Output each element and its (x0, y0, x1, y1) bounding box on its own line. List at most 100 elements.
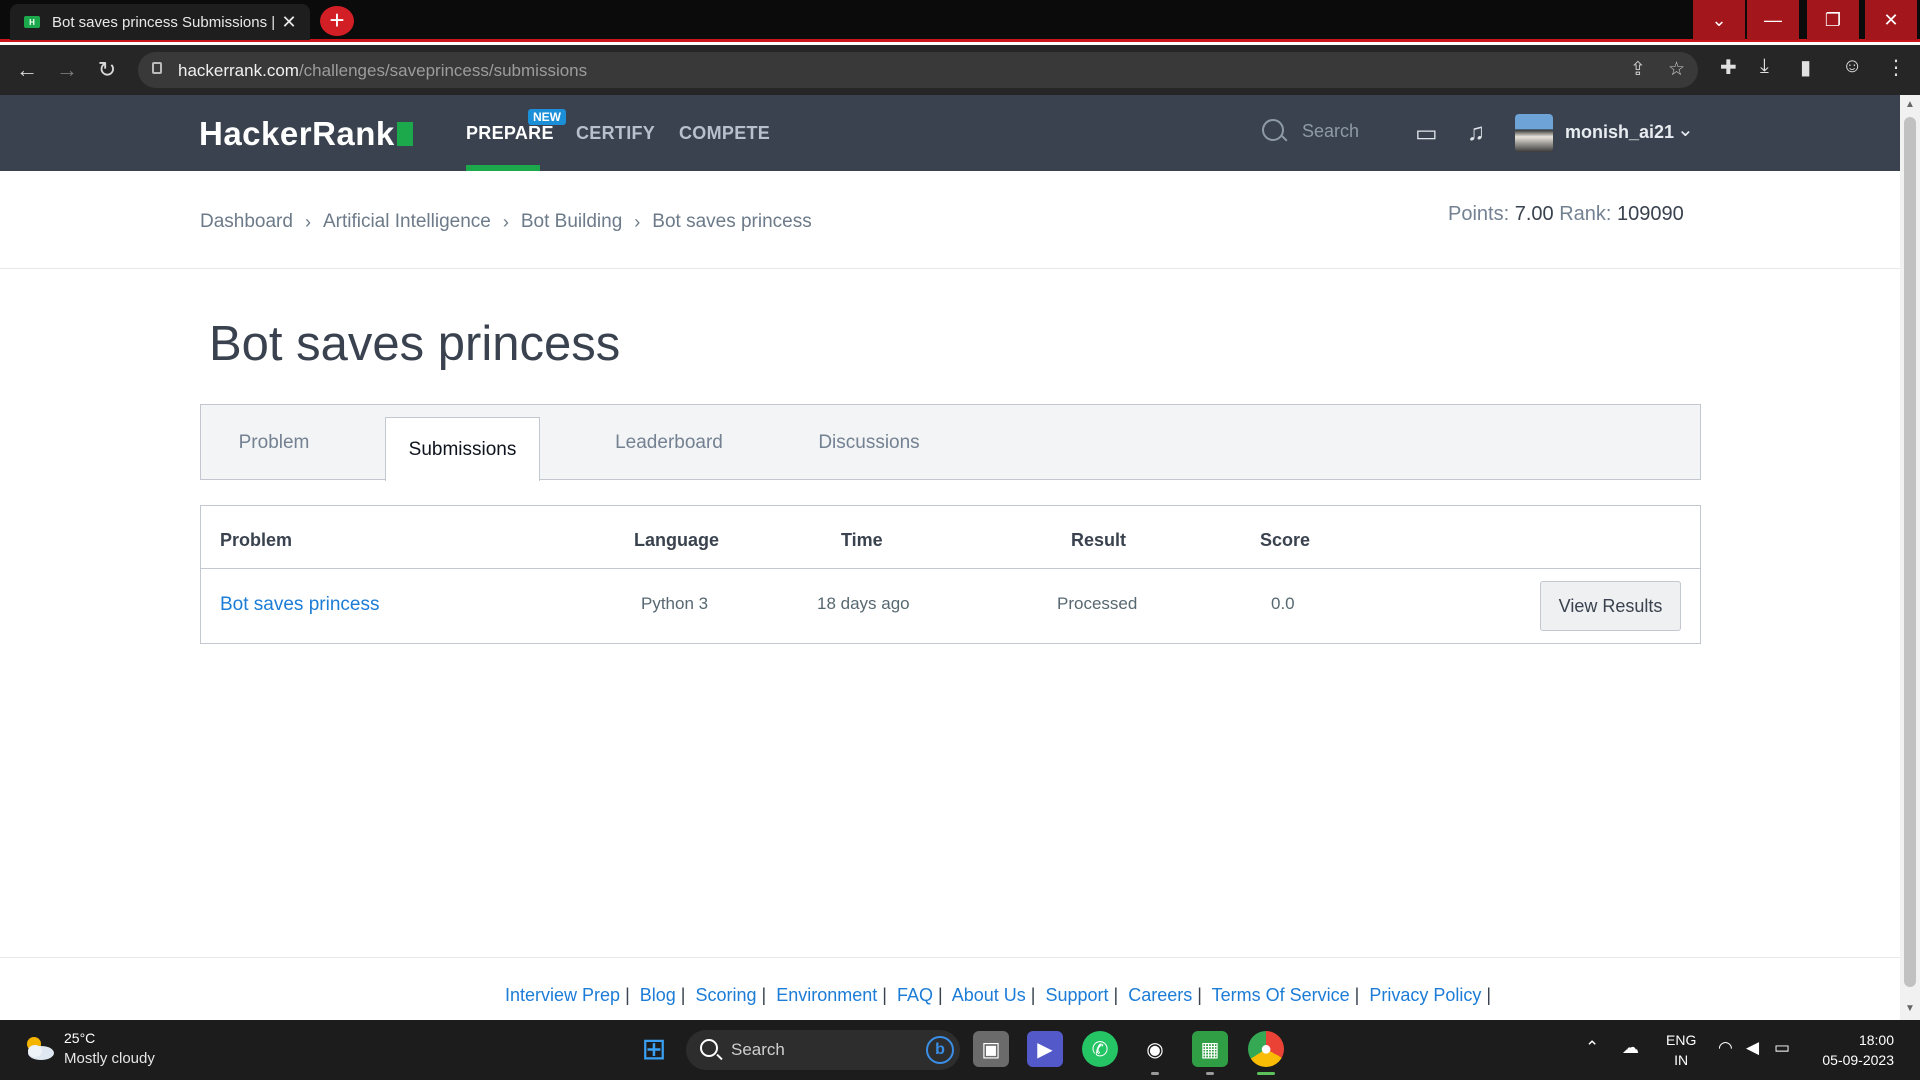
minimize-button[interactable]: — (1747, 0, 1799, 40)
messages-icon[interactable]: ▭ (1415, 119, 1438, 148)
column-header-problem: Problem (220, 530, 293, 550)
footer-link-terms[interactable]: Terms Of Service (1212, 985, 1350, 1005)
clock-time: 18:00 (1858, 1032, 1894, 1048)
teams-chat-icon[interactable]: ▶ (1027, 1031, 1063, 1067)
column-header-score: Score (1260, 530, 1311, 550)
footer-link-privacy[interactable]: Privacy Policy (1369, 985, 1481, 1005)
side-panel-icon[interactable]: ▮ (1800, 55, 1811, 80)
header-divider (0, 268, 1900, 269)
new-badge: NEW (528, 109, 566, 125)
classroom-icon[interactable]: ▦ (1192, 1031, 1228, 1067)
challenge-tabs: Problem Submissions Leaderboard Discussi… (200, 404, 1701, 481)
chrome-icon[interactable]: ● (1248, 1031, 1284, 1067)
system-clock[interactable]: 18:00 05-09-2023 (1818, 1030, 1894, 1070)
footer-link-scoring[interactable]: Scoring (696, 985, 757, 1005)
language-code: ENG (1666, 1032, 1697, 1048)
avatar[interactable] (1515, 114, 1553, 152)
submission-problem-link[interactable]: Bot saves princess (220, 594, 379, 616)
address-bar[interactable]: hackerrank.com/challenges/saveprincess/s… (138, 52, 1698, 88)
chevron-down-icon[interactable]: ⌄ (1677, 117, 1694, 142)
username[interactable]: monish_ai21 (1565, 122, 1674, 143)
bing-icon[interactable]: b (926, 1036, 954, 1064)
scroll-thumb[interactable] (1904, 117, 1916, 987)
tab-discussions[interactable]: Discussions (791, 405, 947, 481)
battery-icon[interactable]: ▭ (1774, 1038, 1790, 1058)
browser-menu-icon[interactable]: ⋮ (1886, 55, 1906, 80)
tab-problem[interactable]: Problem (201, 405, 347, 481)
profile-avatar-icon[interactable]: ☺ (1842, 55, 1862, 78)
task-view-icon[interactable]: ▣ (973, 1031, 1009, 1067)
cloudy-weather-icon[interactable] (22, 1034, 56, 1062)
taskbar-search[interactable]: Search b (686, 1030, 960, 1070)
submissions-table: Problem Language Time Result Score Bot s… (200, 505, 1701, 644)
column-header-language: Language (634, 530, 720, 550)
table-header-divider (201, 568, 1700, 569)
tab-search-chevron-icon[interactable]: ⌄ (1693, 0, 1745, 40)
chevron-right-icon: › (304, 211, 311, 232)
breadcrumb-dashboard[interactable]: Dashboard (200, 211, 293, 233)
close-window-button[interactable]: ✕ (1865, 0, 1917, 40)
tab-submissions[interactable]: Submissions (385, 417, 540, 481)
column-header-time: Time (841, 530, 883, 550)
footer-link-blog[interactable]: Blog (640, 985, 676, 1005)
app-active-indicator (1257, 1072, 1275, 1075)
new-tab-button[interactable]: + (320, 6, 354, 36)
nav-active-underline (466, 165, 540, 171)
windows-taskbar: 25°C Mostly cloudy ⊞ Search b ▣ ▶ ✆ ◉ ▦ … (0, 1020, 1920, 1080)
footer-link-interview-prep[interactable]: Interview Prep (505, 985, 620, 1005)
windows-start-icon[interactable]: ⊞ (636, 1031, 672, 1067)
nav-prepare[interactable]: PREPARE (466, 123, 554, 144)
weather-temperature[interactable]: 25°C (64, 1030, 95, 1046)
weather-description[interactable]: Mostly cloudy (64, 1050, 155, 1067)
footer-link-support[interactable]: Support (1045, 985, 1108, 1005)
url-text[interactable]: hackerrank.com/challenges/saveprincess/s… (178, 61, 587, 81)
notifications-bell-icon[interactable]: ♫ (1467, 119, 1485, 147)
page-scrollbar[interactable]: ▲ ▼ (1900, 95, 1920, 1020)
hackerrank-favicon-icon: H (24, 16, 40, 28)
nav-compete[interactable]: COMPETE (679, 123, 770, 144)
breadcrumb-artificial-intelligence[interactable]: Artificial Intelligence (323, 211, 491, 233)
share-icon[interactable]: ⇪ (1630, 58, 1646, 81)
view-results-button[interactable]: View Results (1540, 581, 1681, 631)
footer-link-environment[interactable]: Environment (776, 985, 877, 1005)
language-indicator[interactable]: ENG IN (1666, 1030, 1696, 1070)
browser-tab[interactable]: H Bot saves princess Submissions | Hacke… (10, 4, 310, 40)
hackerrank-navbar: HackerRank PREPARE NEW CERTIFY COMPETE S… (0, 95, 1900, 171)
back-arrow-icon[interactable]: ← (12, 55, 42, 85)
whatsapp-icon[interactable]: ✆ (1082, 1031, 1118, 1067)
nav-certify[interactable]: CERTIFY (576, 123, 655, 144)
submission-language: Python 3 (641, 594, 709, 613)
breadcrumb-bot-saves-princess[interactable]: Bot saves princess (652, 211, 811, 233)
scroll-up-icon[interactable]: ▲ (1905, 99, 1915, 110)
footer-link-about-us[interactable]: About Us (952, 985, 1026, 1005)
footer-link-careers[interactable]: Careers (1128, 985, 1192, 1005)
search-input[interactable]: Search (1302, 121, 1359, 142)
search-icon (700, 1039, 718, 1057)
reload-icon[interactable]: ↻ (92, 55, 122, 85)
wifi-icon[interactable]: ◠ (1718, 1038, 1733, 1058)
onedrive-cloud-icon[interactable]: ☁ (1622, 1038, 1639, 1058)
github-icon[interactable]: ◉ (1137, 1031, 1173, 1067)
download-icon[interactable]: ⤓ (1760, 55, 1769, 78)
show-hidden-icons-chevron-icon[interactable]: ⌃ (1585, 1038, 1599, 1058)
tab-close-icon[interactable]: ✕ (278, 12, 300, 33)
volume-icon[interactable]: ◀ (1746, 1038, 1759, 1058)
column-header-result: Result (1071, 530, 1127, 550)
lock-icon[interactable] (152, 62, 162, 74)
app-running-indicator (1206, 1072, 1214, 1075)
breadcrumb-bot-building[interactable]: Bot Building (521, 211, 622, 233)
page-title: Bot saves princess (209, 317, 621, 371)
restore-button[interactable]: ❐ (1807, 0, 1859, 40)
browser-tab-strip: H Bot saves princess Submissions | Hacke… (0, 0, 1920, 42)
search-icon[interactable] (1262, 119, 1284, 141)
extensions-puzzle-icon[interactable]: ✚ (1720, 55, 1737, 80)
forward-arrow-icon[interactable]: → (52, 55, 82, 85)
footer-link-faq[interactable]: FAQ (897, 985, 933, 1005)
region-code: IN (1674, 1052, 1689, 1068)
tab-leaderboard[interactable]: Leaderboard (591, 405, 747, 481)
hackerrank-logo[interactable]: HackerRank (199, 115, 413, 153)
bookmark-star-icon[interactable]: ☆ (1668, 58, 1685, 81)
taskbar-search-label: Search (731, 1040, 785, 1059)
scroll-down-icon[interactable]: ▼ (1905, 1003, 1915, 1014)
submission-time: 18 days ago (817, 594, 910, 613)
